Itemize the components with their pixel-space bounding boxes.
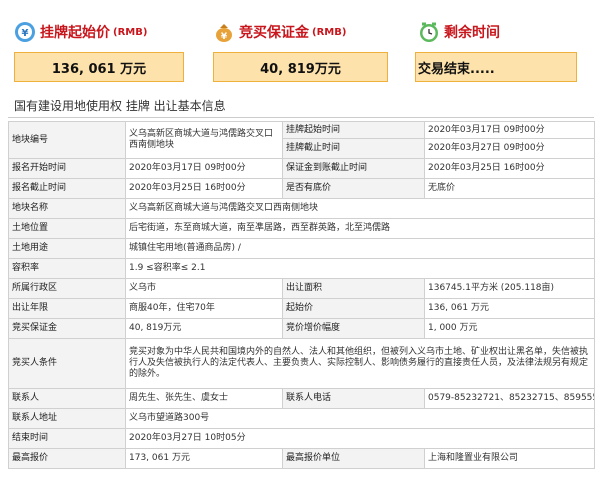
table-row: 土地位置 后宅街道，东至商城大道，南至凖居路，西至群英路，北至鸿儒路 [8,218,595,239]
start-bid-value: 136, 061 万元 [424,298,595,319]
table-row: 竞买保证金 40, 819万元 竞价增价幅度 1, 000 万元 [8,318,595,339]
table-row: 报名截止时间 2020年03月25日 16时00分 是否有底价 无底价 [8,178,595,199]
conditions-value: 竞买对象为中华人民共和国境内外的自然人、法人和其他组织，但被列入义乌市土地、矿业… [125,338,595,389]
reserve-price-label: 是否有底价 [282,178,425,199]
table-row: 最高报价 173, 061 万元 最高报价单位 上海和隆置业有限公司 [8,448,595,469]
contact-label: 联系人 [8,388,126,409]
deposit-header: ¥ 竞买保证金 (RMB) [213,20,346,44]
highest-bid-value: 173, 061 万元 [125,448,283,469]
table-row: 容积率 1.9 ≤容积率≤ 2.1 [8,258,595,279]
district-label: 所属行政区 [8,278,126,299]
svg-text:¥: ¥ [221,32,228,42]
highest-bidder-label: 最高报价单位 [282,448,425,469]
apply-start-value: 2020年03月17日 09时00分 [125,158,283,179]
highest-bid-label: 最高报价 [8,448,126,469]
start-price-label: 挂牌起始价 [40,25,110,41]
money-bag-icon: ¥ [216,24,232,42]
table-row: 所属行政区 义乌市 出让面积 136745.1平方米 (205.118亩) [8,278,595,299]
plot-ratio-label: 容积率 [8,258,126,279]
table-row: 地块名称 义乌高新区商城大道与鸿儒路交叉口西南侧地块 [8,198,595,219]
section-divider [8,117,594,118]
alarm-clock-icon [420,22,438,42]
increment-label: 竞价增价幅度 [282,318,425,339]
end-time-label: 结束时间 [8,428,126,449]
lot-no-value: 义乌高新区商城大道与鸿儒路交叉口西南侧地块 [125,121,283,159]
svg-text:¥: ¥ [22,28,29,39]
usage-label: 土地用途 [8,238,126,259]
area-value: 136745.1平方米 (205.118亩) [424,278,595,299]
address-value: 义乌市望道路300号 [125,408,595,429]
listing-end-label: 挂牌截止时间 [282,138,425,159]
bid-deposit-value: 40, 819万元 [125,318,283,339]
phone-label: 联系人电话 [282,388,425,409]
start-price-header: ¥ 挂牌起始价 (RMB) [14,20,147,44]
usage-value: 城镇住宅用地(普通商品房) / [125,238,595,259]
remaining-header: 剩余时间 [418,20,500,44]
apply-start-label: 报名开始时间 [8,158,126,179]
location-value: 后宅街道，东至商城大道，南至凖居路，西至群英路，北至鸿儒路 [125,218,595,239]
yuan-coin-icon: ¥ [15,22,35,42]
lot-no-label: 地块编号 [8,121,126,159]
table-row: 地块编号 义乌高新区商城大道与鸿儒路交叉口西南侧地块 挂牌起始时间 2020年0… [8,121,595,159]
deposit-value: 40, 819万元 [213,52,388,82]
term-value: 商服40年，住宅70年 [125,298,283,319]
deposit-label: 竞买保证金 [239,25,309,41]
listing-start-value: 2020年03月17日 09时00分 [424,121,595,139]
land-info-table: 地块编号 义乌高新区商城大道与鸿儒路交叉口西南侧地块 挂牌起始时间 2020年0… [8,121,595,469]
table-row: 报名开始时间 2020年03月17日 09时00分 保证金到账截止时间 2020… [8,158,595,179]
address-label: 联系人地址 [8,408,126,429]
listing-end-value: 2020年03月27日 09时00分 [424,138,595,159]
location-label: 土地位置 [8,218,126,239]
conditions-label: 竞买人条件 [8,338,126,389]
area-label: 出让面积 [282,278,425,299]
table-row: 结束时间 2020年03月27日 10时05分 [8,428,595,449]
start-price-value: 136, 061 万元 [14,52,184,82]
term-label: 出让年限 [8,298,126,319]
apply-end-label: 报名截止时间 [8,178,126,199]
deposit-unit-tag: (RMB) [312,26,347,38]
remaining-value: 交易结束..... [415,52,577,82]
table-row: 出让年限 商服40年，住宅70年 起始价 136, 061 万元 [8,298,595,319]
contact-value: 周先生、张先生、虞女士 [125,388,283,409]
apply-end-value: 2020年03月25日 16时00分 [125,178,283,199]
table-row: 竞买人条件 竞买对象为中华人民共和国境内外的自然人、法人和其他组织，但被列入义乌… [8,338,595,389]
lot-name-value: 义乌高新区商城大道与鸿儒路交叉口西南侧地块 [125,198,595,219]
table-row: 联系人地址 义乌市望道路300号 [8,408,595,429]
section-title: 国有建设用地使用权 挂牌 出让基本信息 [14,99,226,113]
end-time-value: 2020年03月27日 10时05分 [125,428,595,449]
table-row: 联系人 周先生、张先生、虞女士 联系人电话 0579-85232721、8523… [8,388,595,409]
start-bid-label: 起始价 [282,298,425,319]
highest-bidder-value: 上海和隆置业有限公司 [424,448,595,469]
reserve-price-value: 无底价 [424,178,595,199]
bid-deposit-label: 竞买保证金 [8,318,126,339]
deposit-deadline-value: 2020年03月25日 16时00分 [424,158,595,179]
lot-name-label: 地块名称 [8,198,126,219]
increment-value: 1, 000 万元 [424,318,595,339]
summary-bar: ¥ 挂牌起始价 (RMB) 136, 061 万元 ¥ 竞买保证金 (RMB) … [0,0,600,90]
remaining-label: 剩余时间 [444,25,500,41]
phone-value: 0579-85232721、85232715、85955576 [424,388,595,409]
start-price-unit-tag: (RMB) [113,26,148,38]
deposit-deadline-label: 保证金到账截止时间 [282,158,425,179]
listing-start-label: 挂牌起始时间 [282,121,425,139]
table-row: 土地用途 城镇住宅用地(普通商品房) / [8,238,595,259]
district-value: 义乌市 [125,278,283,299]
plot-ratio-value: 1.9 ≤容积率≤ 2.1 [125,258,595,279]
